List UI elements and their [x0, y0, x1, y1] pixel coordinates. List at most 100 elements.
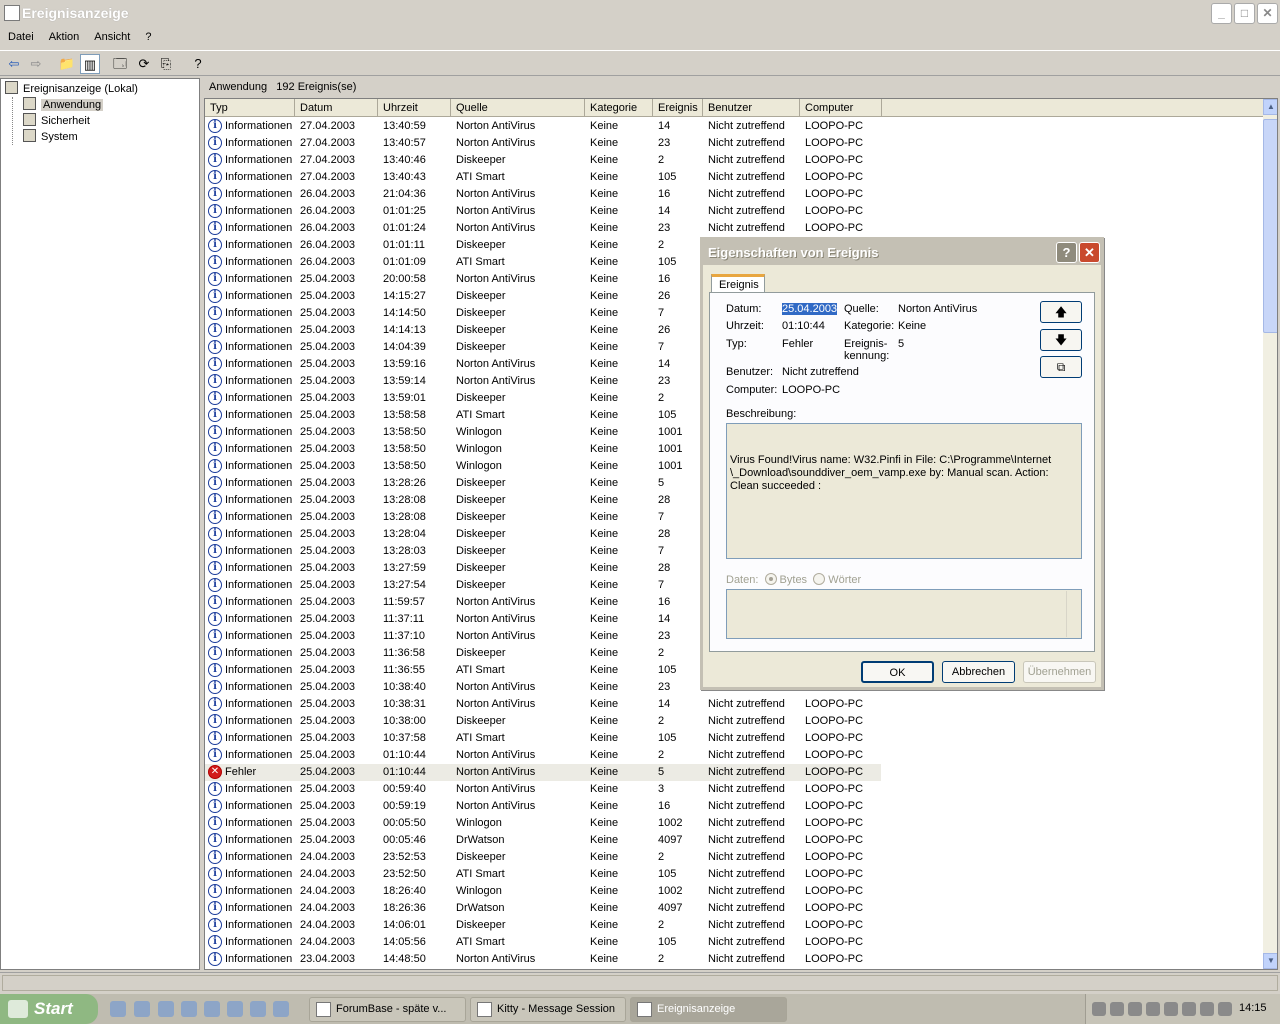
table-row[interactable]: i Informationen 24.04.2003 18:26:40 Winlogon…: [205, 883, 881, 900]
woerter-radio[interactable]: [813, 573, 826, 585]
vertical-scrollbar[interactable]: ▲ ▼: [1263, 99, 1277, 969]
table-cell: 10:38:00: [383, 715, 426, 727]
back-arrow-icon[interactable]: ⇦: [4, 54, 24, 74]
tab-ereignis[interactable]: Ereignis: [711, 274, 765, 293]
column-ereignis[interactable]: Ereignis: [653, 99, 703, 117]
column-typ[interactable]: Typ: [205, 99, 295, 117]
table-row[interactable]: i Informationen 23.04.2003 14:48:50 Norton A…: [205, 951, 881, 968]
apply-button[interactable]: Übernehmen: [1023, 661, 1096, 683]
up-folder-icon[interactable]: 📁: [57, 54, 77, 74]
tree-item-system[interactable]: System: [23, 129, 78, 145]
table-row[interactable]: i Informationen 25.04.2003 10:38:00 Diskeepe…: [205, 713, 881, 730]
table-row[interactable]: i Informationen 27.04.2003 13:40:43 ATI Smar…: [205, 169, 881, 186]
previous-event-button[interactable]: 🡅: [1040, 301, 1082, 323]
table-row[interactable]: i Informationen 24.04.2003 18:26:36 DrWatson…: [205, 900, 881, 917]
table-row[interactable]: i Informationen 24.04.2003 14:06:01 Diskeepe…: [205, 917, 881, 934]
column-benutzer[interactable]: Benutzer: [703, 99, 800, 117]
refresh-icon[interactable]: ⟳: [134, 54, 154, 74]
copy-event-button[interactable]: ⧉: [1040, 356, 1082, 378]
table-row[interactable]: i Informationen 25.04.2003 10:38:31 Norton A…: [205, 696, 881, 713]
properties-icon[interactable]: 🗔: [110, 54, 130, 74]
column-kategorie[interactable]: Kategorie: [585, 99, 653, 117]
menu-datei[interactable]: Datei: [0, 28, 41, 43]
quicklaunch-tool-icon[interactable]: [273, 1001, 289, 1017]
next-event-button[interactable]: 🡇: [1040, 329, 1082, 351]
table-row[interactable]: ✕ Fehler 25.04.2003 01:10:44 Norton AntiViru…: [205, 764, 881, 781]
scroll-up-button[interactable]: ▲: [1263, 99, 1277, 115]
tree-item-sicherheit[interactable]: Sicherheit: [23, 113, 90, 129]
table-row[interactable]: i Informationen 25.04.2003 01:10:44 Norton A…: [205, 747, 881, 764]
data-scrollbar[interactable]: [1066, 591, 1080, 637]
column-computer[interactable]: Computer: [800, 99, 882, 117]
column-uhrzeit[interactable]: Uhrzeit: [378, 99, 451, 117]
table-row[interactable]: i Informationen 24.04.2003 14:05:56 ATI Smar…: [205, 934, 881, 951]
export-list-icon[interactable]: ⎘: [156, 54, 176, 74]
uhrzeit-value: 01:10:44: [782, 320, 825, 332]
help-icon[interactable]: ?: [188, 54, 208, 74]
tray-icon-7[interactable]: [1200, 1002, 1214, 1016]
cancel-button[interactable]: Abbrechen: [942, 661, 1015, 683]
table-row[interactable]: i Informationen 25.04.2003 00:05:50 Winlogon…: [205, 815, 881, 832]
quicklaunch-network-icon[interactable]: [204, 1001, 220, 1017]
ok-button[interactable]: OK: [861, 661, 934, 683]
table-row[interactable]: i Informationen 27.04.2003 13:40:46 Diskeepe…: [205, 152, 881, 169]
column-datum[interactable]: Datum: [295, 99, 378, 117]
table-row[interactable]: i Informationen 25.04.2003 00:05:46 DrWatson…: [205, 832, 881, 849]
quicklaunch-ie-icon[interactable]: [110, 1001, 126, 1017]
info-icon: i: [208, 476, 222, 490]
menu-ansicht[interactable]: Ansicht: [86, 28, 137, 43]
data-field[interactable]: [726, 589, 1082, 639]
quicklaunch-folder-icon[interactable]: [134, 1001, 150, 1017]
table-row[interactable]: i Informationen 25.04.2003 00:59:19 Norton A…: [205, 798, 881, 815]
table-row[interactable]: i Informationen 26.04.2003 21:04:36 Norton A…: [205, 186, 881, 203]
show-tree-icon[interactable]: ▥: [80, 54, 100, 74]
dialog-titlebar[interactable]: Eigenschaften von Ereignis ? ✕: [703, 240, 1101, 265]
quicklaunch-app-icon[interactable]: [181, 1001, 197, 1017]
table-row[interactable]: i Informationen 24.04.2003 23:52:53 Diskeepe…: [205, 849, 881, 866]
column-quelle[interactable]: Quelle: [451, 99, 585, 117]
table-cell: Informationen: [225, 664, 293, 676]
maximize-button[interactable]: □: [1234, 3, 1255, 24]
tray-icon-6[interactable]: [1182, 1002, 1196, 1016]
task-kitty[interactable]: Kitty - Message Session: [470, 997, 626, 1022]
dialog-close-button[interactable]: ✕: [1079, 242, 1100, 263]
tray-icon-2[interactable]: [1110, 1002, 1124, 1016]
quicklaunch-media-icon[interactable]: [250, 1001, 266, 1017]
tray-icon-8[interactable]: [1218, 1002, 1232, 1016]
start-button[interactable]: Start: [0, 994, 98, 1024]
tray-icon-3[interactable]: [1128, 1002, 1142, 1016]
table-row[interactable]: i Informationen 26.04.2003 01:01:25 Norton A…: [205, 203, 881, 220]
forward-arrow-icon[interactable]: ⇨: [26, 54, 46, 74]
description-text[interactable]: Virus Found!Virus name: W32.Pinfi in Fil…: [726, 423, 1082, 559]
window-titlebar[interactable]: Ereignisanzeige _ □ ✕: [0, 0, 1280, 26]
quicklaunch-browser-icon[interactable]: [158, 1001, 174, 1017]
table-cell: Winlogon: [456, 885, 502, 897]
table-row[interactable]: i Informationen 26.04.2003 01:01:24 Norton A…: [205, 220, 881, 237]
table-cell: Informationen: [225, 426, 293, 438]
table-row[interactable]: i Informationen 27.04.2003 13:40:57 Norton A…: [205, 135, 881, 152]
table-row[interactable]: i Informationen 24.04.2003 23:52:50 ATI Smar…: [205, 866, 881, 883]
table-cell: Informationen: [225, 834, 293, 846]
table-row[interactable]: i Informationen 25.04.2003 00:59:40 Norton A…: [205, 781, 881, 798]
quicklaunch-calc-icon[interactable]: [227, 1001, 243, 1017]
tray-icon-5[interactable]: [1164, 1002, 1178, 1016]
menu-help[interactable]: ?: [137, 28, 158, 43]
menu-aktion[interactable]: Aktion: [41, 28, 87, 43]
table-row[interactable]: i Informationen 25.04.2003 10:37:58 ATI Smar…: [205, 730, 881, 747]
table-row[interactable]: i Informationen 27.04.2003 13:40:59 Norton A…: [205, 118, 881, 135]
bytes-radio[interactable]: [764, 573, 777, 585]
table-cell: Informationen: [225, 613, 293, 625]
task-forumbase[interactable]: ForumBase - späte v...: [309, 997, 466, 1022]
dialog-help-button[interactable]: ?: [1056, 242, 1077, 263]
scroll-down-button[interactable]: ▼: [1263, 953, 1277, 969]
tree-item-anwendung[interactable]: Anwendung: [23, 97, 104, 113]
scroll-thumb[interactable]: [1263, 119, 1277, 333]
tray-icon-4[interactable]: [1146, 1002, 1160, 1016]
tray-icon-1[interactable]: [1092, 1002, 1106, 1016]
minimize-button[interactable]: _: [1211, 3, 1232, 24]
table-cell: 11:37:11: [383, 613, 425, 625]
close-button[interactable]: ✕: [1257, 3, 1278, 24]
quelle-label: Quelle:: [844, 303, 879, 315]
task-ereignisanzeige[interactable]: Ereignisanzeige: [630, 997, 787, 1022]
tree-root[interactable]: Ereignisanzeige (Lokal): [5, 81, 138, 97]
